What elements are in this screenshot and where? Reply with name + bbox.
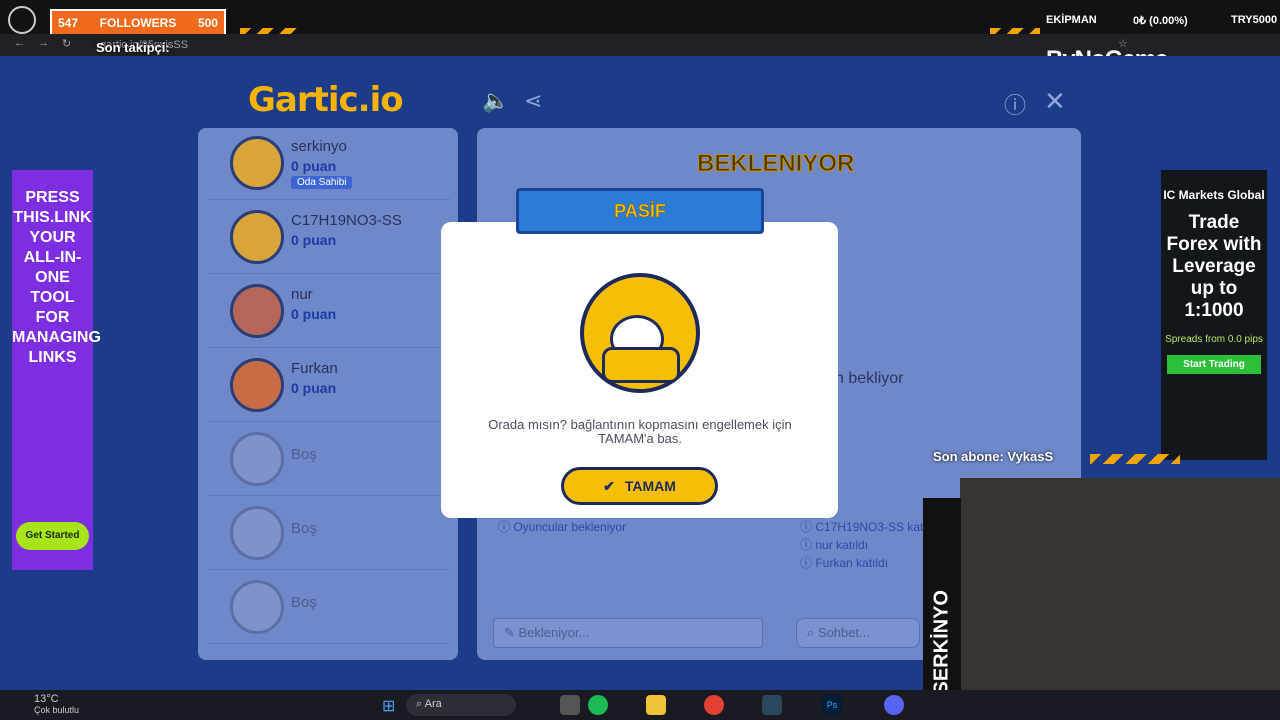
webcam-feed	[960, 478, 1280, 720]
sleeping-icon	[580, 273, 700, 393]
chat-line: ⓘ C17H19NO3-SS katıldı	[800, 520, 940, 534]
info-icon[interactable]: ⓘ	[1004, 88, 1026, 120]
sound-icon[interactable]: 🔈	[482, 88, 509, 114]
followers-box: 547 FOLLOWERS 500	[50, 9, 226, 37]
answer-placeholder: Bekleniyor...	[518, 625, 590, 640]
spotify-icon[interactable]	[588, 695, 608, 715]
chat-placeholder: Sohbet...	[817, 625, 870, 640]
player-name: C17H19NO3-SS	[291, 212, 402, 229]
user-icon	[8, 6, 36, 34]
temperature: 13°C	[34, 693, 59, 705]
avatar	[230, 432, 284, 486]
left-ad-text: PRESS THIS.LINK YOUR ALL-IN-ONE TOOL FOR…	[12, 189, 101, 366]
avatar	[230, 210, 284, 264]
steam-icon[interactable]	[762, 695, 782, 715]
get-started-button[interactable]: Get Started	[16, 522, 89, 550]
taskbar-search[interactable]: ⌕ Ara	[406, 694, 516, 716]
forward-icon[interactable]: →	[38, 37, 49, 49]
status-title: BEKLENIYOR	[696, 150, 855, 178]
chrome-icon[interactable]	[704, 695, 724, 715]
close-icon[interactable]: ✕	[1044, 86, 1066, 117]
player-row: serkinyo 0 puan Oda Sahibi	[208, 128, 450, 200]
equipment-label: EKİPMAN	[1046, 14, 1097, 26]
ok-label: TAMAM	[624, 478, 676, 494]
room-owner-badge: Oda Sahibi	[291, 176, 353, 189]
chat-line: ⓘ nur katıldı	[800, 538, 869, 552]
ok-button[interactable]: ✔ TAMAM	[561, 467, 718, 505]
back-icon[interactable]: ←	[14, 37, 25, 49]
avatar	[230, 136, 284, 190]
player-name: serkinyo	[291, 138, 347, 155]
gartic-logo: Gartic.io	[248, 80, 404, 120]
player-name: Boş	[291, 520, 317, 537]
chat-line-text: nur katıldı	[815, 538, 869, 552]
empty-slot: Boş	[208, 424, 450, 496]
empty-slot: Boş	[208, 498, 450, 570]
last-subscriber: Son abone: VykasS	[933, 449, 1054, 464]
followers-label: FOLLOWERS	[99, 16, 177, 30]
followers-count: 547	[58, 16, 79, 30]
player-name: nur	[291, 286, 313, 303]
file-explorer-icon[interactable]	[646, 695, 666, 715]
streamer-name: SERKİNYO	[930, 590, 953, 695]
left-ad[interactable]: PRESS THIS.LINK YOUR ALL-IN-ONE TOOL FOR…	[12, 170, 101, 570]
empty-slot: Boş	[208, 572, 450, 644]
player-name: Boş	[291, 446, 317, 463]
taskview-icon[interactable]	[560, 695, 580, 715]
ad-headline: Trade Forex with Leverage up to 1:1000	[1166, 212, 1262, 321]
chat-line: ⓘ Furkan katıldı	[800, 556, 889, 570]
avatar	[230, 358, 284, 412]
ribbon-label: PASİF	[614, 200, 666, 221]
avatar	[230, 506, 284, 560]
webcam-sidebar: SERKİNYO	[923, 498, 961, 720]
last-follower-label: Son takipçi:	[96, 40, 170, 55]
player-name: Furkan	[291, 360, 338, 377]
search-placeholder: Ara	[424, 698, 442, 710]
player-list: serkinyo 0 puan Oda Sahibi C17H19NO3-SS …	[198, 128, 458, 660]
avatar	[230, 284, 284, 338]
reload-icon[interactable]: ↻	[62, 37, 71, 50]
equipment-value: 0₺ (0.00%)	[1133, 15, 1188, 27]
player-row: nur 0 puan	[208, 276, 450, 348]
chat-input[interactable]: ⌕ Sohbet...	[796, 618, 920, 648]
check-icon: ✔	[603, 477, 615, 494]
chat-line-text: C17H19NO3-SS katıldı	[815, 520, 940, 534]
answer-input[interactable]: ✎ Bekleniyor...	[493, 618, 763, 648]
followers-goal: 500	[197, 16, 218, 30]
weather: Çok bulutlu	[34, 705, 80, 715]
right-ad[interactable]: IC Markets Global Trade Forex with Lever…	[1161, 170, 1267, 460]
waiting-text: n bekliyor	[835, 370, 904, 387]
taskbar: 13°C Çok bulutlu ⊞ ⌕ Ara Ps	[0, 690, 1280, 720]
share-icon[interactable]: ⋖	[524, 88, 542, 114]
start-trading-button[interactable]: Start Trading	[1167, 355, 1261, 374]
player-row: Furkan 0 puan	[208, 350, 450, 422]
player-points: 0 puan	[291, 158, 337, 174]
ad-subtext: Spreads from 0.0 pips	[1165, 334, 1263, 345]
ad-brand: IC Markets Global	[1163, 188, 1265, 202]
equipment-goal: TRY5000	[1231, 14, 1278, 26]
dialog-ribbon: PASİF	[516, 188, 764, 234]
overlay-stripes	[1090, 454, 1180, 464]
dialog-message: Orada mısın? bağlantının kopmasını engel…	[488, 417, 792, 446]
chat-line-text: Furkan katıldı	[815, 556, 889, 570]
discord-icon[interactable]	[884, 695, 904, 715]
player-points: 0 puan	[291, 232, 337, 248]
chat-log: ⓘ C17H19NO3-SS katıldı ⓘ nur katıldı ⓘ F…	[800, 518, 939, 572]
left-hint: ⓘ Oyuncular bekleniyor	[498, 520, 627, 534]
player-points: 0 puan	[291, 306, 337, 322]
avatar	[230, 580, 284, 634]
player-points: 0 puan	[291, 380, 337, 396]
windows-start-icon[interactable]: ⊞	[382, 696, 395, 716]
left-hint-text: Oyuncular bekleniyor	[513, 520, 627, 534]
photoshop-icon[interactable]: Ps	[822, 695, 842, 715]
player-row: C17H19NO3-SS 0 puan	[208, 202, 450, 274]
player-name: Boş	[291, 594, 317, 611]
